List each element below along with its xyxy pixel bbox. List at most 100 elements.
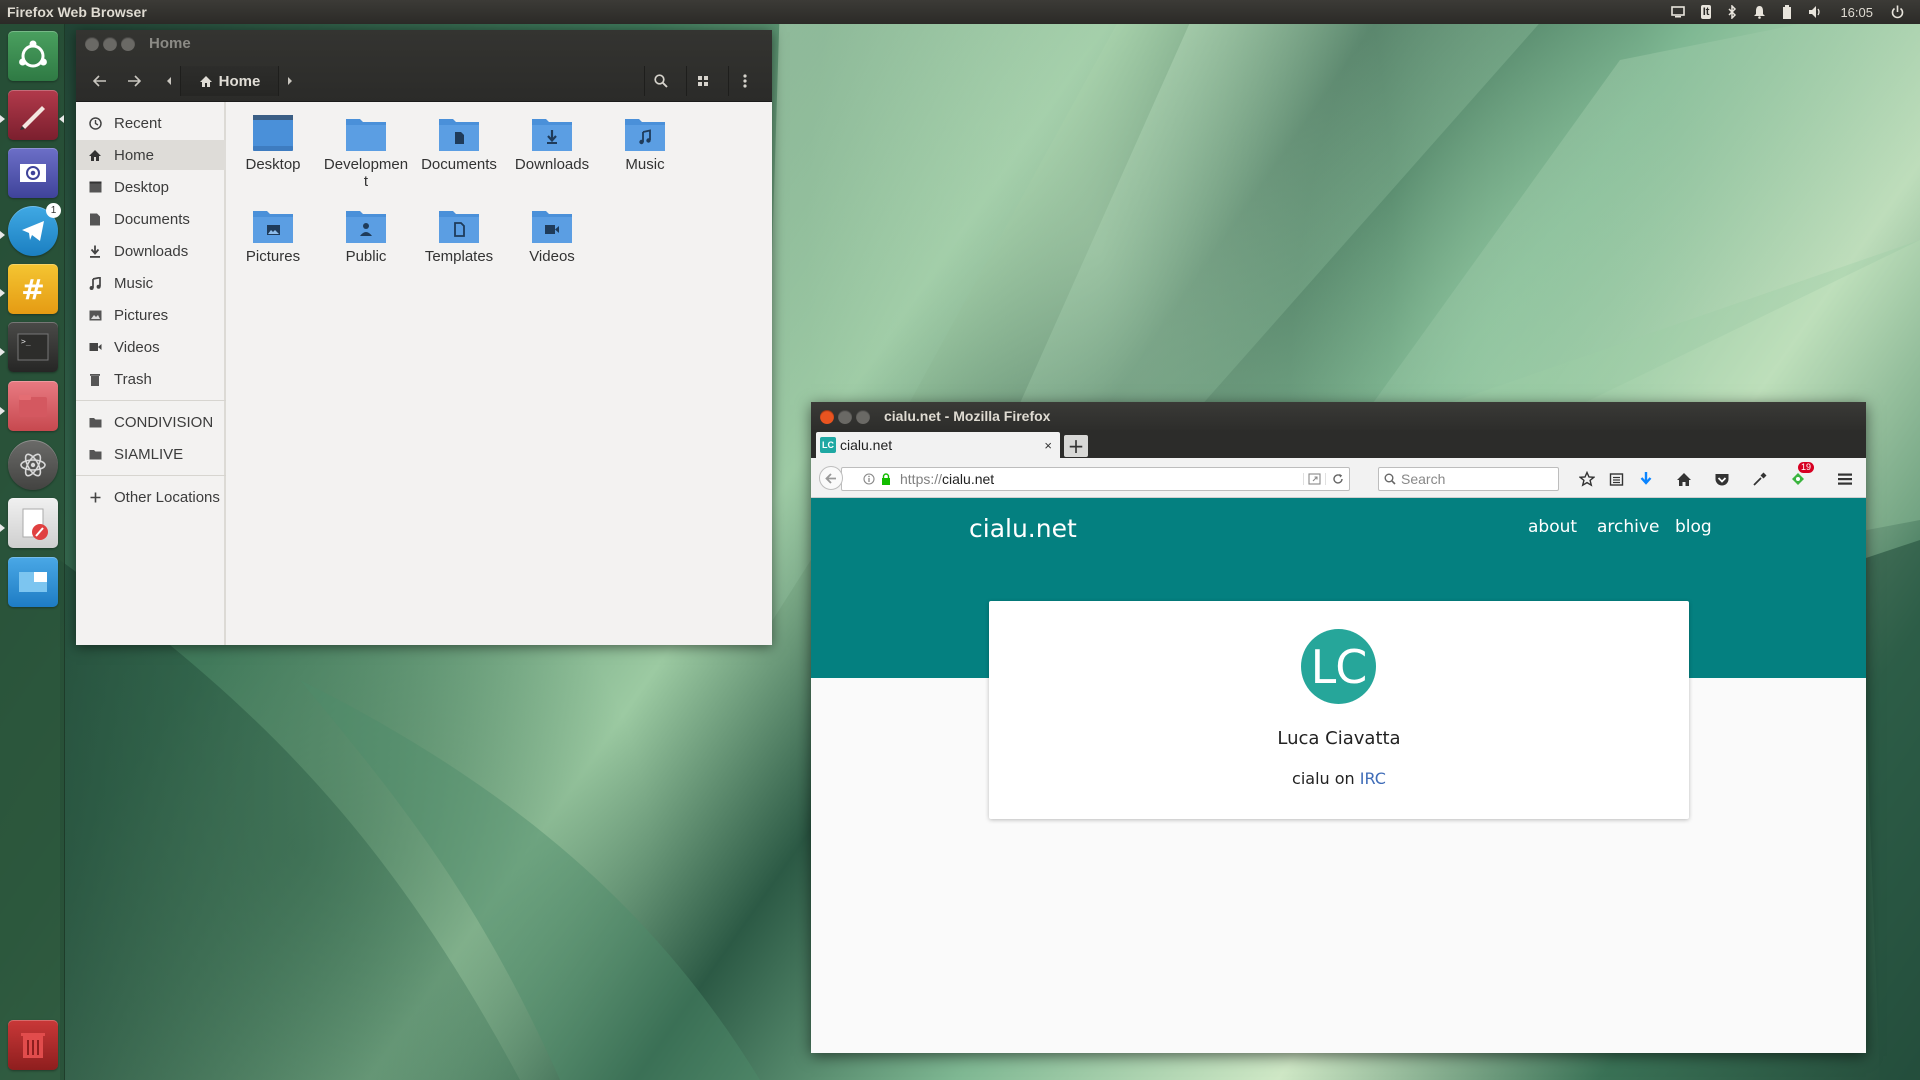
downloads-arrow-icon[interactable] [1634, 467, 1658, 491]
home-icon [199, 75, 212, 87]
power-icon[interactable] [1883, 0, 1912, 24]
sidebar-item-recent[interactable]: Recent [76, 108, 226, 138]
folder-item-documents[interactable]: Documents [414, 113, 504, 173]
ubuntu-logo-icon[interactable] [8, 31, 58, 81]
nav-link-about[interactable]: about [1528, 517, 1577, 537]
minimize-window-button[interactable] [103, 37, 117, 51]
addon-icon[interactable]: 19 [1786, 462, 1814, 491]
close-window-button[interactable] [85, 37, 99, 51]
irc-link[interactable]: IRC [1360, 769, 1386, 788]
plus-icon [88, 490, 102, 504]
active-app-title[interactable]: Firefox Web Browser [0, 4, 147, 20]
folder-item-desktop[interactable]: Desktop [228, 113, 318, 173]
telegram-icon[interactable]: 1 [8, 203, 61, 256]
nav-link-archive[interactable]: archive [1597, 517, 1659, 537]
file-manager-icon[interactable] [8, 381, 58, 431]
home-icon[interactable] [1672, 467, 1696, 491]
sidebar-item-trash[interactable]: Trash [76, 364, 226, 394]
workspace-icon[interactable] [8, 557, 58, 607]
folder-item-music[interactable]: Music [600, 113, 690, 173]
battery-icon[interactable] [1774, 0, 1800, 24]
hash-chat-icon[interactable]: # [8, 264, 58, 314]
reader-view-icon[interactable] [1303, 473, 1325, 485]
url-bar[interactable]: https://cialu.net [841, 467, 1350, 491]
lock-icon[interactable] [880, 473, 892, 485]
notification-bell-icon[interactable] [1745, 0, 1774, 24]
mail-at-icon[interactable] [8, 148, 58, 198]
sidebar-item-home[interactable]: Home [76, 140, 226, 170]
maximize-window-button[interactable] [856, 410, 870, 424]
forward-button[interactable] [120, 68, 148, 94]
keyboard-layout-icon[interactable]: It [1693, 0, 1720, 24]
sidebar-item-pictures[interactable]: Pictures [76, 300, 226, 330]
view-mode-button[interactable] [686, 66, 718, 96]
sidebar-item-music[interactable]: Music [76, 268, 226, 298]
sidebar-item-downloads[interactable]: Downloads [76, 236, 226, 266]
clock[interactable]: 16:05 [1830, 5, 1883, 20]
arrow-right-icon [128, 75, 141, 87]
folder-label: Public [345, 248, 387, 265]
sidebar-item-desktop[interactable]: Desktop [76, 172, 226, 202]
display-icon[interactable] [1663, 0, 1693, 24]
terminal-icon[interactable]: >_ [8, 322, 58, 372]
path-segment-home[interactable]: Home [180, 66, 279, 96]
folder-item-public[interactable]: Public [321, 205, 411, 265]
bluetooth-icon[interactable] [1719, 0, 1745, 24]
sidebar-item-other-locations[interactable]: Other Locations [76, 482, 226, 512]
tab-cialu[interactable]: LC cialu.net × [816, 432, 1060, 458]
minimize-window-button[interactable] [838, 410, 852, 424]
path-scroll-left-button[interactable] [160, 68, 178, 94]
profile-tagline: cialu on IRC [989, 769, 1689, 788]
close-tab-button[interactable]: × [1044, 438, 1052, 453]
url-protocol: https:// [900, 471, 943, 487]
bookmarks-library-icon[interactable] [1604, 467, 1628, 491]
pocket-icon[interactable] [1710, 467, 1734, 491]
back-button[interactable] [86, 68, 114, 94]
running-indicator [0, 231, 5, 239]
close-window-button[interactable] [820, 410, 834, 424]
path-scroll-right-button[interactable] [281, 68, 299, 94]
folder-item-downloads[interactable]: Downloads [507, 113, 597, 173]
folder-item-templates[interactable]: Templates [414, 205, 504, 265]
trash-icon[interactable] [8, 1020, 58, 1070]
site-brand[interactable]: cialu.net [969, 514, 1077, 543]
sidebar-item-documents[interactable]: Documents [76, 204, 226, 234]
folder-icon [88, 415, 102, 429]
documents-folder-icon [439, 113, 479, 153]
sidebar-item-condivision[interactable]: CONDIVISION [76, 407, 226, 437]
info-icon[interactable] [862, 473, 876, 485]
text-editor-icon[interactable] [8, 498, 58, 548]
folder-label: Documents [421, 156, 497, 173]
folder-item-pictures[interactable]: Pictures [228, 205, 318, 265]
sidebar-item-videos[interactable]: Videos [76, 332, 226, 362]
pen-app-icon[interactable] [8, 90, 58, 140]
trash-icon [88, 372, 102, 386]
desktop-folder-icon [253, 113, 293, 153]
bookmark-star-icon[interactable] [1575, 467, 1599, 491]
atom-icon[interactable] [8, 440, 58, 490]
firefox-titlebar: cialu.net - Mozilla Firefox [811, 402, 1866, 432]
maximize-window-button[interactable] [121, 37, 135, 51]
unity-launcher: 1 # >_ [0, 24, 65, 1080]
sidebar-item-label: Trash [114, 370, 152, 388]
running-indicator [0, 407, 5, 415]
volume-icon[interactable] [1800, 0, 1830, 24]
window-title: cialu.net - Mozilla Firefox [884, 408, 1051, 424]
folder-label: Downloads [514, 156, 590, 173]
sidebar-item-siamlive[interactable]: SIAMLIVE [76, 439, 226, 469]
new-tab-button[interactable]: + [1064, 435, 1088, 457]
music-note-icon [88, 276, 102, 290]
document-icon [88, 212, 102, 226]
menu-button[interactable] [728, 66, 760, 96]
folder-item-videos[interactable]: Videos [507, 205, 597, 265]
hamburger-menu-icon[interactable] [1833, 467, 1857, 491]
search-button[interactable] [644, 66, 676, 96]
search-bar[interactable]: Search [1378, 467, 1559, 491]
nav-link-blog[interactable]: blog [1675, 517, 1712, 537]
folder-label: Development [323, 156, 409, 190]
arrow-left-icon [825, 472, 836, 484]
reload-icon[interactable] [1325, 473, 1349, 485]
eyedropper-icon[interactable] [1748, 467, 1772, 491]
folder-item-development[interactable]: Development [321, 113, 411, 190]
back-button[interactable] [819, 466, 843, 490]
